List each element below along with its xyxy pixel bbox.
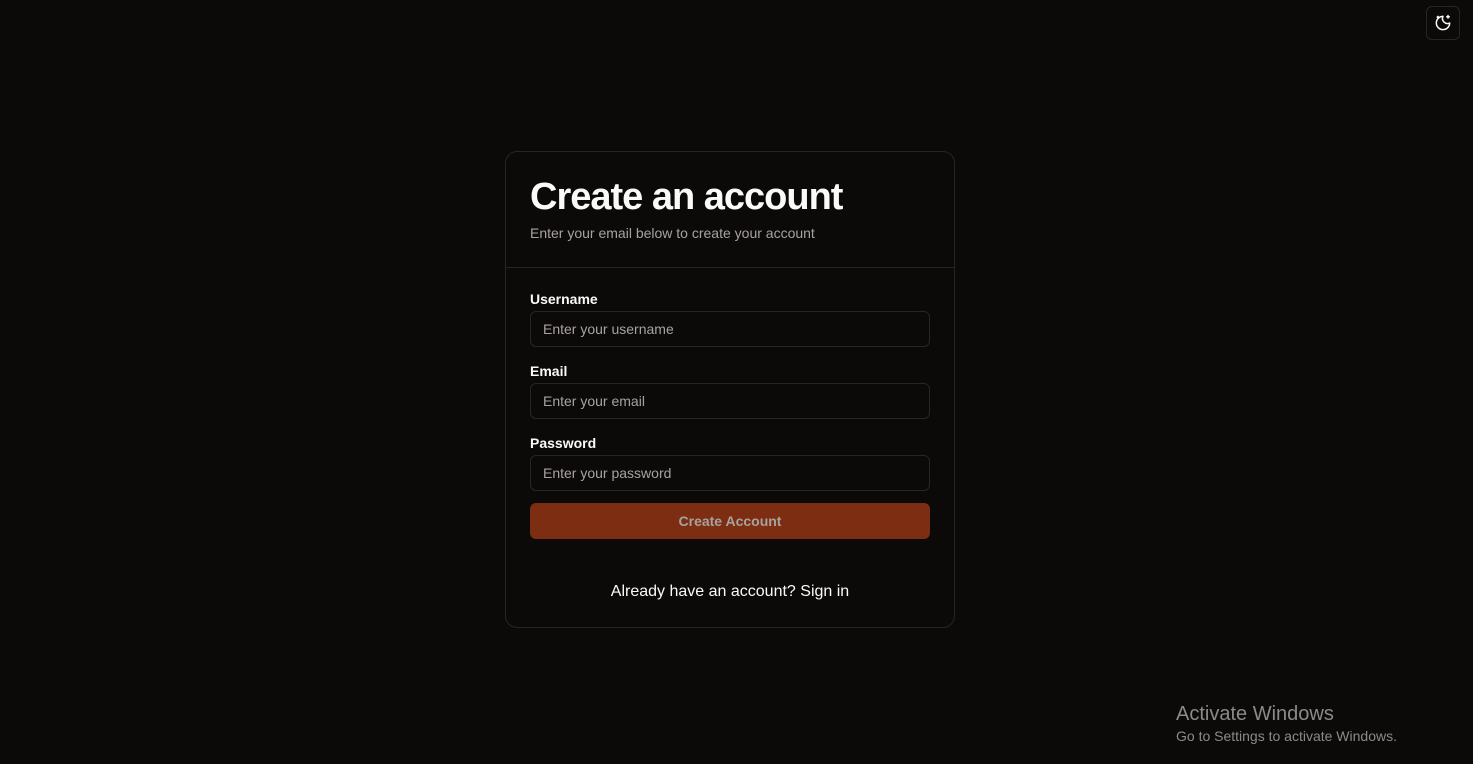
email-label: Email [530,363,568,379]
username-label: Username [530,291,598,307]
password-input[interactable] [530,455,930,491]
create-account-button[interactable]: Create Account [530,503,930,539]
watermark-title: Activate Windows [1176,703,1334,725]
card-header: Create an account Enter your email below… [506,152,954,268]
password-label: Password [530,435,597,451]
activate-windows-watermark: Activate Windows Go to Settings to activ… [1176,702,1397,746]
signin-row: Already have an account? Sign in [506,582,954,602]
username-input[interactable] [530,311,930,347]
signin-prompt: Already have an account? [610,583,796,600]
page-subtitle: Enter your email below to create your ac… [530,225,815,241]
theme-toggle-button[interactable] [1426,6,1460,40]
signup-card: Create an account Enter your email below… [505,151,955,628]
watermark-subtitle: Go to Settings to activate Windows. [1176,728,1397,744]
email-input[interactable] [530,383,930,419]
page-title: Create an account [530,176,843,218]
moon-stars-icon [1435,14,1451,31]
signin-link[interactable]: Sign in [800,583,849,600]
